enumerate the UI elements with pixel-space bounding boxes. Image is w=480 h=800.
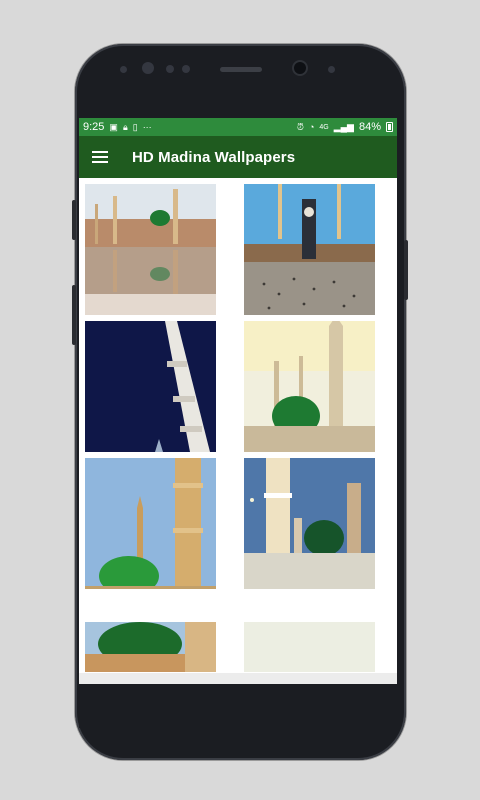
- wallpaper-thumbnail-3[interactable]: [85, 321, 216, 452]
- wallpaper-thumbnail-4[interactable]: [244, 321, 375, 452]
- phone-power-button: [404, 240, 408, 300]
- hamburger-menu-icon[interactable]: [92, 151, 108, 163]
- network-4g-icon: 4G: [319, 123, 329, 131]
- lock-icon: 🔒︎: [122, 121, 128, 132]
- wallpaper-thumbnail-5[interactable]: [85, 458, 216, 589]
- sensor-dot: [328, 66, 335, 73]
- signal-icon: ▂▄▆: [333, 121, 354, 132]
- earpiece-speaker: [220, 67, 262, 72]
- phone-bixby-button: [72, 285, 76, 345]
- wallpaper-thumbnail-8[interactable]: [244, 595, 375, 672]
- wallpaper-thumbnail-7[interactable]: [85, 595, 216, 672]
- screen-bottom-edge: [79, 673, 397, 684]
- wifi-icon: ◔: [308, 121, 315, 132]
- wallpaper-thumbnail-6[interactable]: [244, 458, 375, 589]
- app-title: HD Madina Wallpapers: [132, 148, 296, 166]
- status-bar: 9:25 ▣ 🔒︎ ▯ ··· ⏰︎ ◔ 4G ▂▄▆ 84%: [79, 118, 397, 136]
- app-toolbar: HD Madina Wallpapers: [79, 136, 397, 178]
- phone-volume-button: [72, 200, 76, 240]
- battery-icon: [386, 122, 393, 132]
- more-dots-icon: ···: [142, 121, 152, 132]
- sensor-dot: [182, 65, 190, 73]
- wallpaper-thumbnail-1[interactable]: [85, 184, 216, 315]
- wallpaper-thumbnail-2[interactable]: [244, 184, 375, 315]
- battery-percent: 84%: [358, 121, 381, 133]
- status-time: 9:25: [83, 121, 105, 133]
- sim-icon: ▯: [132, 121, 138, 132]
- image-icon: ▣: [109, 121, 118, 132]
- phone-chin: [79, 684, 397, 728]
- front-camera: [294, 62, 306, 74]
- sensor-dot: [120, 66, 127, 73]
- sensor-dot: [142, 62, 154, 74]
- app-screen: 9:25 ▣ 🔒︎ ▯ ··· ⏰︎ ◔ 4G ▂▄▆ 84% HD Madin…: [79, 118, 397, 684]
- alarm-icon: ⏰︎: [296, 121, 304, 132]
- sensor-dot: [166, 65, 174, 73]
